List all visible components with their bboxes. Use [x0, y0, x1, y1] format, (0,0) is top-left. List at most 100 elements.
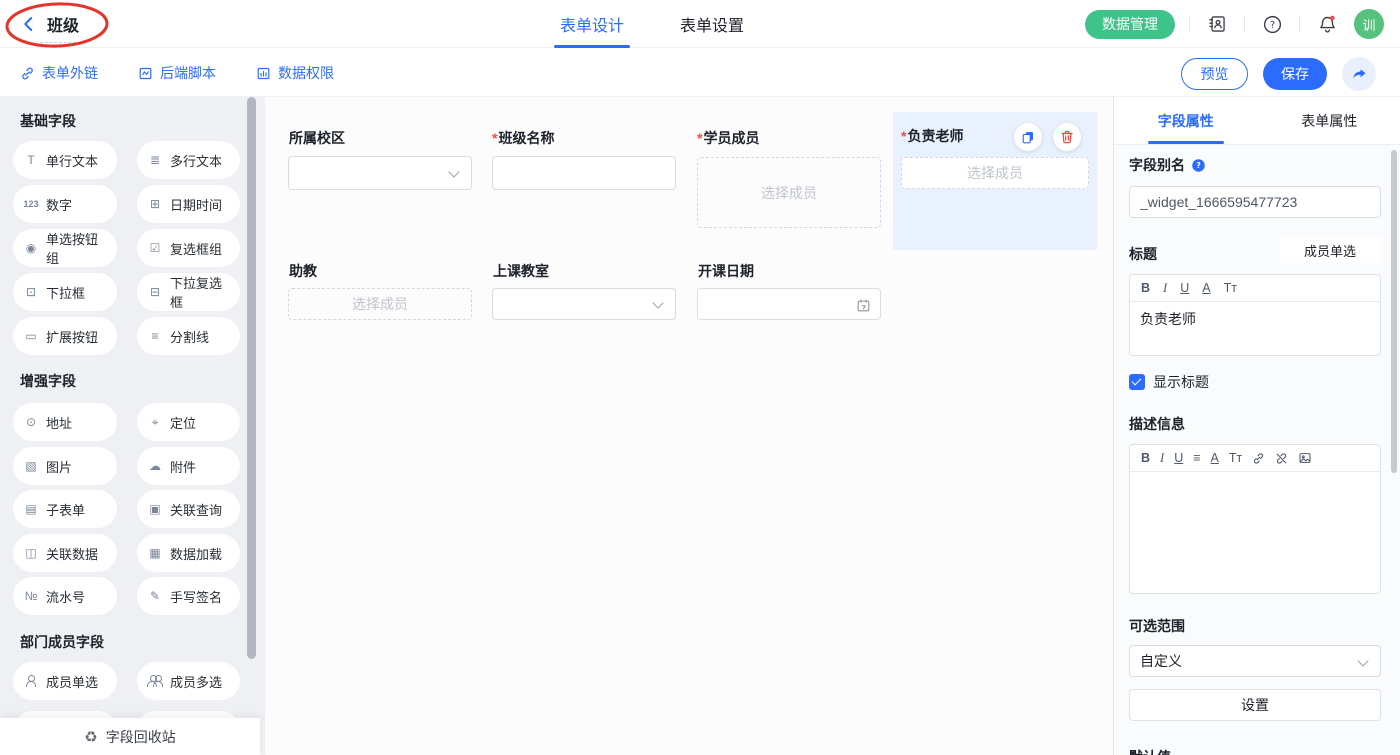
field-button-datetime[interactable]: ⊞日期时间 — [137, 185, 240, 223]
contacts-icon[interactable] — [1204, 11, 1230, 37]
align-icon[interactable]: ≡ — [1193, 451, 1200, 465]
font-color-icon[interactable]: A — [1211, 451, 1219, 465]
underline-icon[interactable]: U — [1180, 281, 1189, 295]
field-button-multi-line-text[interactable]: ≣多行文本 — [137, 141, 240, 179]
link-icon[interactable] — [1252, 452, 1265, 465]
field-button-label: 复选框组 — [170, 239, 222, 258]
save-button[interactable]: 保存 — [1263, 58, 1327, 90]
field-label-teacher: *负责老师 — [901, 126, 963, 146]
field-button-label: 关联查询 — [170, 500, 222, 519]
field-button-radio-group[interactable]: ◉单选按钮组 — [13, 229, 117, 267]
tab-field-properties[interactable]: 字段属性 — [1114, 97, 1258, 144]
field-button-subform[interactable]: ▤子表单 — [13, 490, 117, 528]
linked-data-icon: ◫ — [23, 546, 39, 560]
delete-widget-button[interactable] — [1053, 123, 1081, 151]
alias-heading: 字段别名 ? — [1129, 155, 1206, 175]
tab-form-design[interactable]: 表单设计 — [560, 0, 624, 48]
extend-button-icon: ▭ — [23, 329, 39, 343]
alias-input[interactable] — [1129, 186, 1381, 218]
properties-panel: 字段属性 表单属性 字段别名 ? 标题 成员单选 B I U A Tᴛ — [1113, 97, 1400, 755]
sub-toolbar: 表单外链 后端脚本 数据权限 预览 保存 — [0, 49, 1400, 97]
form-external-link[interactable]: 表单外链 — [20, 63, 98, 83]
assistant-member-picker[interactable]: 选择成员 — [288, 288, 472, 320]
field-button-member-single[interactable]: 成员单选 — [13, 662, 117, 700]
description-editor[interactable]: B I U ≡ A Tᴛ — [1129, 444, 1381, 594]
campus-select[interactable] — [288, 156, 472, 190]
divider — [1189, 16, 1190, 32]
avatar[interactable]: 训 — [1354, 9, 1384, 39]
field-button-label: 日期时间 — [170, 195, 222, 214]
insert-image-icon[interactable] — [1298, 451, 1312, 465]
preview-button[interactable]: 预览 — [1181, 58, 1248, 90]
field-button-address[interactable]: ⊙地址 — [13, 403, 117, 441]
field-button-extend-button[interactable]: ▭扩展按钮 — [13, 317, 117, 355]
form-canvas[interactable]: 所属校区 *班级名称 *学员成员 选择成员 *负责老师 — [265, 97, 1113, 755]
field-button-divider[interactable]: ≡分割线 — [137, 317, 240, 355]
classroom-select[interactable] — [492, 288, 676, 320]
backend-script-link[interactable]: 后端脚本 — [138, 63, 216, 83]
field-label-start-date: 开课日期 — [697, 261, 754, 281]
field-type-tag: 成员单选 — [1280, 237, 1380, 263]
form-external-link-label: 表单外链 — [42, 63, 98, 83]
font-color-icon[interactable]: A — [1202, 281, 1210, 295]
italic-icon[interactable]: I — [1163, 281, 1167, 296]
copy-widget-button[interactable] — [1014, 123, 1042, 151]
range-select[interactable]: 自定义 — [1129, 645, 1381, 677]
font-size-icon[interactable]: Tᴛ — [1229, 451, 1242, 465]
question-icon[interactable]: ? — [1191, 158, 1206, 173]
field-button-lookup-query[interactable]: ▣关联查询 — [137, 490, 240, 528]
field-label-class-name: *班级名称 — [492, 128, 554, 148]
checkbox-checked-icon[interactable] — [1129, 374, 1145, 390]
unlink-icon[interactable] — [1275, 452, 1288, 465]
field-button-signature[interactable]: ✎手写签名 — [137, 577, 240, 615]
form-designer-app: 班级 表单设计 表单设置 数据管理 ? — [0, 0, 1400, 755]
show-title-checkbox-row[interactable]: 显示标题 — [1129, 372, 1209, 392]
description-editor-toolbar: B I U ≡ A Tᴛ — [1130, 445, 1380, 472]
multi-select-icon: ⊟ — [147, 285, 163, 299]
data-manage-button[interactable]: 数据管理 — [1085, 10, 1175, 39]
field-recycle-bin[interactable]: ♻ 字段回收站 — [0, 718, 260, 755]
title-editor-content[interactable]: 负责老师 — [1130, 302, 1380, 336]
share-button[interactable] — [1342, 57, 1376, 91]
field-button-single-line-text[interactable]: T单行文本 — [13, 141, 117, 179]
field-button-serial-number[interactable]: №流水号 — [13, 577, 117, 615]
field-button-member-multi[interactable]: 成员多选 — [137, 662, 240, 700]
body: 基础字段 T单行文本 ≣多行文本 123数字 ⊞日期时间 ◉单选按钮组 ☑复选框… — [0, 97, 1400, 755]
settings-button[interactable]: 设置 — [1129, 689, 1381, 721]
field-button-select[interactable]: ⊡下拉框 — [13, 273, 117, 311]
tab-form-properties[interactable]: 表单属性 — [1258, 97, 1400, 144]
italic-icon[interactable]: I — [1160, 451, 1164, 466]
field-button-location[interactable]: ⌖定位 — [137, 403, 240, 441]
teacher-widget-selected[interactable]: *负责老师 选择成员 — [893, 112, 1097, 250]
field-button-linked-data[interactable]: ◫关联数据 — [13, 534, 117, 572]
students-member-picker[interactable]: 选择成员 — [697, 157, 881, 228]
field-button-number[interactable]: 123数字 — [13, 185, 117, 223]
bold-icon[interactable]: B — [1141, 281, 1150, 295]
font-size-icon[interactable]: Tᴛ — [1224, 281, 1237, 295]
multi-line-text-icon: ≣ — [147, 153, 163, 167]
panel-scrollbar[interactable] — [1391, 150, 1397, 473]
svg-text:?: ? — [1269, 20, 1274, 31]
data-permission-link[interactable]: 数据权限 — [256, 63, 334, 83]
field-button-data-load[interactable]: ▦数据加载 — [137, 534, 240, 572]
tab-form-settings[interactable]: 表单设置 — [680, 0, 744, 48]
teacher-member-picker[interactable]: 选择成员 — [901, 157, 1089, 189]
description-editor-content[interactable] — [1130, 472, 1380, 486]
class-name-input[interactable] — [492, 156, 676, 190]
toolbar-actions: 预览 保存 — [1181, 57, 1376, 91]
field-button-image[interactable]: ▧图片 — [13, 447, 117, 485]
sidebar-scrollbar[interactable] — [247, 97, 256, 659]
divider — [1244, 16, 1245, 32]
start-date-input[interactable] — [697, 288, 881, 320]
title-editor[interactable]: B I U A Tᴛ 负责老师 — [1129, 274, 1381, 356]
bold-icon[interactable]: B — [1141, 451, 1150, 465]
help-icon[interactable]: ? — [1259, 11, 1285, 37]
field-button-attachment[interactable]: ☁附件 — [137, 447, 240, 485]
underline-icon[interactable]: U — [1174, 451, 1183, 465]
field-button-multi-select[interactable]: ⊟下拉复选框 — [137, 273, 240, 311]
field-button-label: 附件 — [170, 457, 196, 476]
notification-bell-icon[interactable] — [1314, 11, 1340, 37]
back-button[interactable]: 班级 — [20, 12, 79, 36]
section-basic-fields: 基础字段 — [20, 111, 76, 131]
field-button-checkbox-group[interactable]: ☑复选框组 — [137, 229, 240, 267]
